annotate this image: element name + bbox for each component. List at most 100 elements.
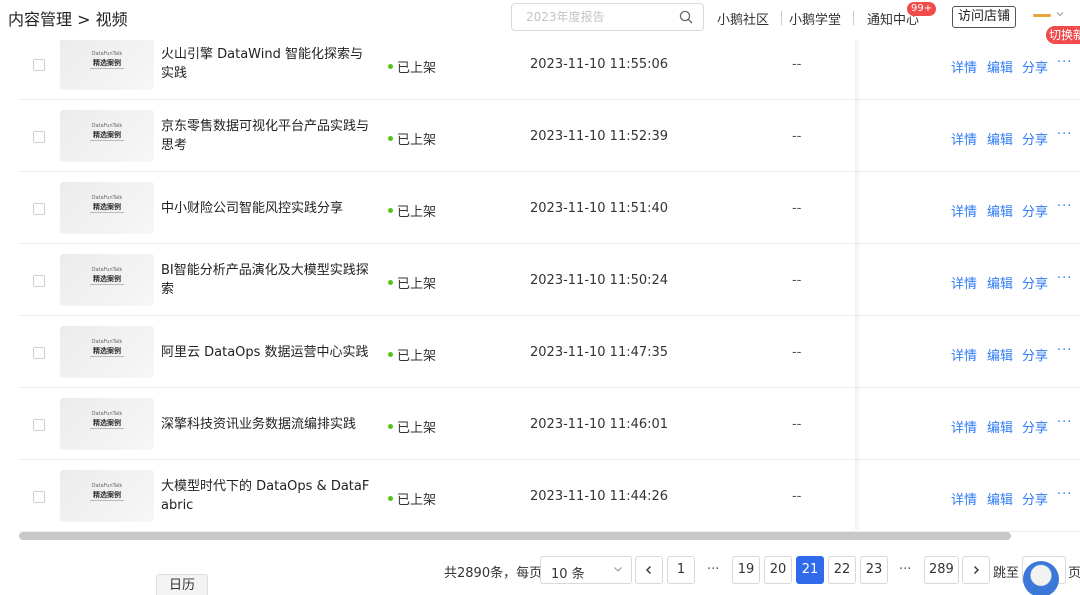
- switch-version-tag[interactable]: 切换新: [1046, 26, 1080, 44]
- share-link[interactable]: 分享: [1022, 129, 1048, 148]
- breadcrumb: 内容管理 > 视频: [8, 10, 128, 29]
- table-row: DataFunTalk 精选案例 BI智能分析产品演化及大模型实践探索 已上架 …: [19, 244, 1080, 316]
- edit-link[interactable]: 编辑: [987, 489, 1013, 508]
- detail-link[interactable]: 详情: [951, 489, 977, 508]
- page-size-select[interactable]: 10 条: [540, 556, 632, 584]
- content-table: DataFunTalk 精选案例 火山引擎 DataWind 智能化探索与实践 …: [19, 28, 1080, 532]
- search-icon[interactable]: [679, 10, 693, 24]
- table-row: DataFunTalk 精选案例 京东零售数据可视化平台产品实践与思考 已上架 …: [19, 100, 1080, 172]
- nav-academy-link[interactable]: 小鹅学堂: [789, 9, 841, 28]
- detail-link[interactable]: 详情: [951, 417, 977, 436]
- status-dot-icon: [388, 208, 393, 213]
- table-row: DataFunTalk 精选案例 深擎科技资讯业务数据流编排实践 已上架 202…: [19, 388, 1080, 460]
- next-page-button[interactable]: [962, 556, 990, 584]
- more-actions-icon[interactable]: ···: [1057, 55, 1072, 70]
- status-dot-icon: [388, 64, 393, 69]
- detail-link[interactable]: 详情: [951, 129, 977, 148]
- edit-link[interactable]: 编辑: [987, 129, 1013, 148]
- chevron-down-icon: [614, 567, 622, 572]
- video-title[interactable]: BI智能分析产品演化及大模型实践探索: [161, 261, 371, 299]
- nav-divider: [853, 11, 854, 25]
- video-thumbnail[interactable]: DataFunTalk 精选案例: [60, 254, 154, 306]
- row-checkbox[interactable]: [33, 131, 45, 143]
- fixed-column-shadow: [855, 40, 861, 530]
- video-title[interactable]: 火山引擎 DataWind 智能化探索与实践: [161, 45, 371, 83]
- status-badge: 已上架: [388, 129, 436, 148]
- edit-link[interactable]: 编辑: [987, 345, 1013, 364]
- created-time: 2023-11-10 11:46:01: [530, 417, 669, 432]
- share-link[interactable]: 分享: [1022, 489, 1048, 508]
- status-dot-icon: [388, 136, 393, 141]
- row-checkbox[interactable]: [33, 347, 45, 359]
- chevron-down-icon[interactable]: [1056, 10, 1064, 18]
- share-link[interactable]: 分享: [1022, 201, 1048, 220]
- created-time: 2023-11-10 11:50:24: [530, 273, 669, 288]
- share-link[interactable]: 分享: [1022, 57, 1048, 76]
- total-count: 共2890条，每页: [444, 566, 543, 581]
- detail-link[interactable]: 详情: [951, 57, 977, 76]
- page-button[interactable]: 19: [732, 556, 760, 584]
- search-box[interactable]: [511, 3, 704, 31]
- detail-link[interactable]: 详情: [951, 273, 977, 292]
- more-actions-icon[interactable]: ···: [1057, 343, 1072, 358]
- more-actions-icon[interactable]: ···: [1057, 271, 1072, 286]
- search-input[interactable]: [526, 8, 676, 26]
- video-thumbnail[interactable]: DataFunTalk 精选案例: [60, 470, 154, 522]
- video-thumbnail[interactable]: DataFunTalk 精选案例: [60, 182, 154, 234]
- more-actions-icon[interactable]: ···: [1057, 415, 1072, 430]
- empty-value: --: [792, 489, 802, 504]
- avatar[interactable]: [1023, 561, 1059, 595]
- status-text: 已上架: [397, 349, 437, 364]
- edit-link[interactable]: 编辑: [987, 273, 1013, 292]
- video-title[interactable]: 京东零售数据可视化平台产品实践与思考: [161, 117, 371, 155]
- row-checkbox[interactable]: [33, 275, 45, 287]
- page-button-current[interactable]: 21: [796, 556, 824, 584]
- video-title[interactable]: 中小财险公司智能风控实践分享: [161, 199, 371, 218]
- prev-page-button[interactable]: [635, 556, 663, 584]
- more-actions-icon[interactable]: ···: [1057, 487, 1072, 502]
- thumbnail-brand: DataFunTalk: [91, 411, 123, 417]
- share-link[interactable]: 分享: [1022, 345, 1048, 364]
- row-checkbox[interactable]: [33, 203, 45, 215]
- calendar-tab[interactable]: 日历: [156, 574, 208, 595]
- video-thumbnail[interactable]: DataFunTalk 精选案例: [60, 326, 154, 378]
- status-badge: 已上架: [388, 273, 436, 292]
- table-row: DataFunTalk 精选案例 阿里云 DataOps 数据运营中心实践 已上…: [19, 316, 1080, 388]
- page-button[interactable]: 23: [860, 556, 888, 584]
- status-text: 已上架: [397, 61, 437, 76]
- row-checkbox[interactable]: [33, 491, 45, 503]
- edit-link[interactable]: 编辑: [987, 57, 1013, 76]
- detail-link[interactable]: 详情: [951, 345, 977, 364]
- more-actions-icon[interactable]: ···: [1057, 199, 1072, 214]
- row-checkbox[interactable]: [33, 59, 45, 71]
- video-thumbnail[interactable]: DataFunTalk 精选案例: [60, 38, 154, 90]
- horizontal-scrollbar[interactable]: [19, 532, 1011, 540]
- empty-value: --: [792, 57, 802, 72]
- visit-store-button[interactable]: 访问店铺: [952, 6, 1016, 28]
- jump-label: 跳至: [993, 566, 1020, 581]
- page-ellipsis[interactable]: ···: [707, 562, 719, 577]
- video-thumbnail[interactable]: DataFunTalk 精选案例: [60, 110, 154, 162]
- shop-logo-icon[interactable]: [1033, 12, 1051, 20]
- status-text: 已上架: [397, 205, 437, 220]
- page-button[interactable]: 1: [667, 556, 695, 584]
- share-link[interactable]: 分享: [1022, 417, 1048, 436]
- nav-community-link[interactable]: 小鹅社区: [717, 9, 769, 28]
- thumbnail-title: 精选案例: [93, 347, 121, 355]
- page-button[interactable]: 22: [828, 556, 856, 584]
- edit-link[interactable]: 编辑: [987, 201, 1013, 220]
- created-time: 2023-11-10 11:47:35: [530, 345, 669, 360]
- video-title[interactable]: 深擎科技资讯业务数据流编排实践: [161, 415, 371, 434]
- thumbnail-line: [90, 212, 124, 213]
- row-checkbox[interactable]: [33, 419, 45, 431]
- detail-link[interactable]: 详情: [951, 201, 977, 220]
- share-link[interactable]: 分享: [1022, 273, 1048, 292]
- page-button[interactable]: 289: [924, 556, 959, 584]
- video-title[interactable]: 大模型时代下的 DataOps & DataFabric: [161, 477, 371, 515]
- video-thumbnail[interactable]: DataFunTalk 精选案例: [60, 398, 154, 450]
- video-title[interactable]: 阿里云 DataOps 数据运营中心实践: [161, 343, 371, 362]
- more-actions-icon[interactable]: ···: [1057, 127, 1072, 142]
- edit-link[interactable]: 编辑: [987, 417, 1013, 436]
- page-ellipsis[interactable]: ···: [899, 562, 911, 577]
- page-button[interactable]: 20: [764, 556, 792, 584]
